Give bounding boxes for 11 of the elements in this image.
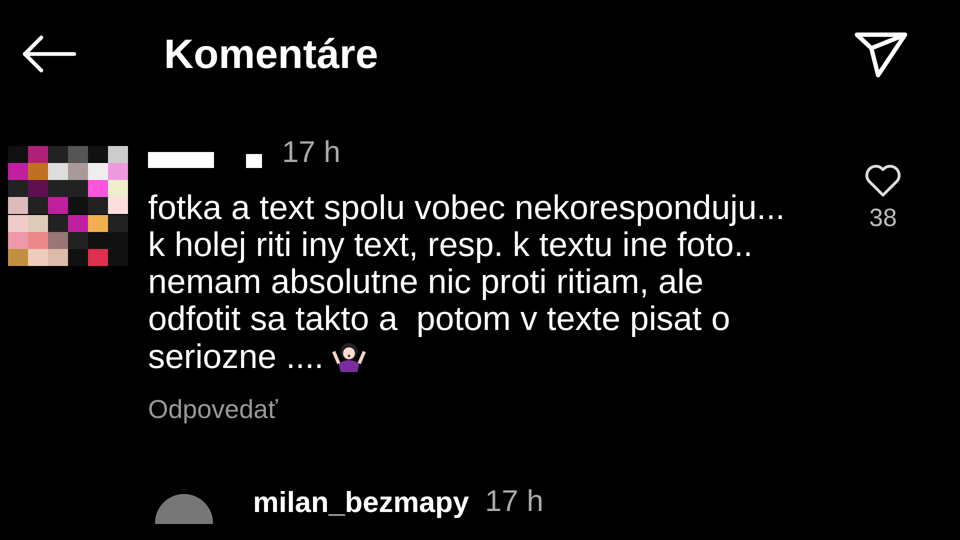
comment-time: 17 h [484, 487, 544, 517]
back-arrow-icon[interactable] [20, 34, 78, 74]
heart-icon[interactable] [864, 164, 902, 198]
comment-text: fotka a text spolu vobec nekoresponduju... k holej riti iny text, resp. k textu ine foto.. nemam absolutne nic proti ritiam, ale odfotit sa takto a potom v texte pisat o seriozne .... [148, 190, 786, 376]
username[interactable]: milan_bezmapy [253, 489, 469, 517]
like-count: 38 [869, 204, 897, 233]
user-avatar[interactable] [155, 494, 213, 524]
comment-time: 17 h [282, 138, 340, 168]
reply-link[interactable]: Odpovedať [148, 394, 278, 425]
pixelated-avatar[interactable] [8, 146, 128, 266]
screen-title: Komentáre [164, 30, 380, 78]
